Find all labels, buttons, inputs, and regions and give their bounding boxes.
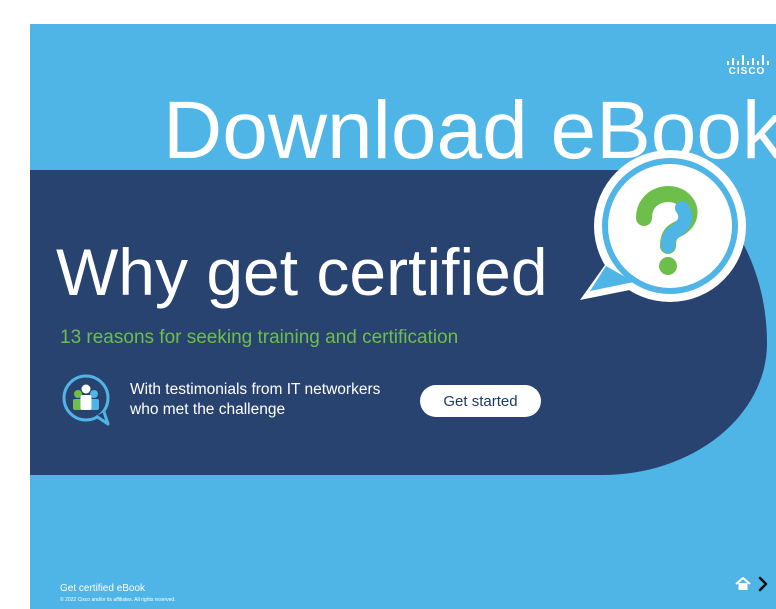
next-arrow-icon[interactable] xyxy=(757,576,769,592)
hero-subheadline: 13 reasons for seeking training and cert… xyxy=(60,327,459,348)
testimonial-text: With testimonials from IT networkers who… xyxy=(130,381,381,418)
footer-copyright: © 2022 Cisco and/or its affiliates. All … xyxy=(60,597,176,603)
people-chat-icon xyxy=(62,374,110,426)
cisco-bars-icon xyxy=(727,55,769,65)
cisco-logo-text: CISCO xyxy=(728,66,766,77)
hero-headline: Why get certified xyxy=(56,235,548,309)
cisco-logo: CISCO xyxy=(724,53,770,77)
footer-title: Get certified eBook xyxy=(60,583,146,594)
get-started-button[interactable]: Get started xyxy=(420,385,541,417)
ebook-page: CISCO Download eBook Why get certified 1… xyxy=(30,24,776,609)
home-icon[interactable] xyxy=(735,576,751,592)
question-bubble-icon xyxy=(580,150,746,302)
